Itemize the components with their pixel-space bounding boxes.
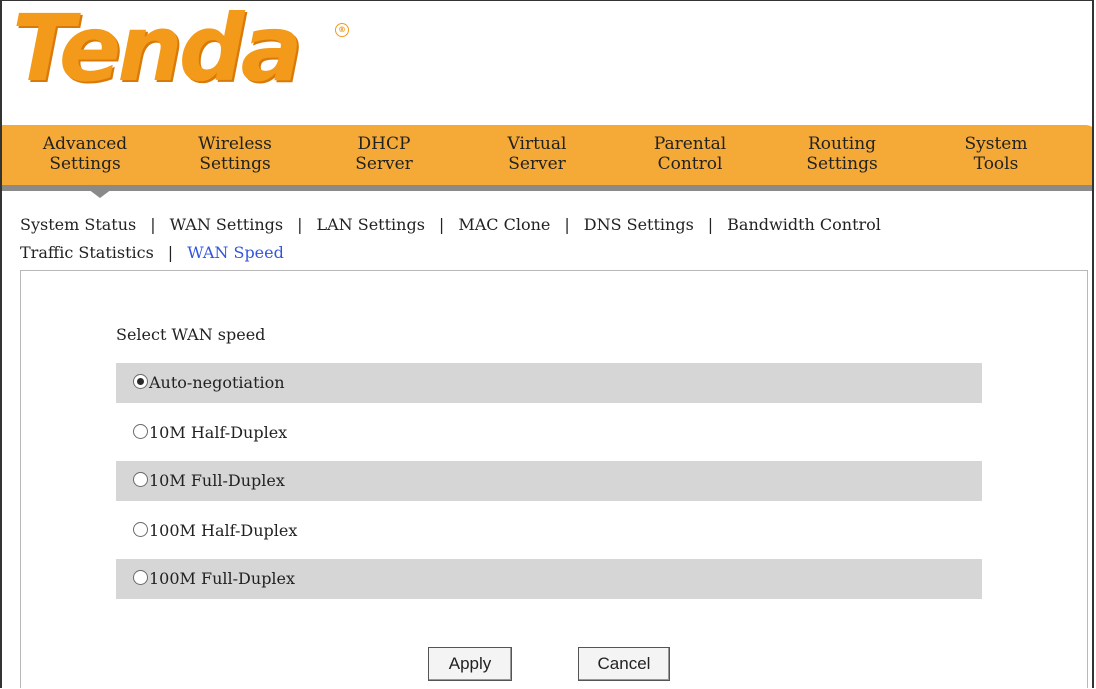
- subnav-wan-settings[interactable]: WAN Settings: [170, 215, 283, 234]
- radio-10m-full-duplex[interactable]: [133, 472, 148, 487]
- tab-virtual-server[interactable]: Virtual Server: [492, 134, 582, 174]
- tenda-logo: Tenda ®: [12, 3, 349, 95]
- tab-label-line1: Wireless: [198, 134, 272, 154]
- tab-label-line1: Advanced: [42, 134, 128, 154]
- tab-parental-control[interactable]: Parental Control: [640, 134, 740, 174]
- wan-speed-title: Select WAN speed: [116, 325, 266, 344]
- subnav-bandwidth-control[interactable]: Bandwidth Control: [727, 215, 881, 234]
- tab-label-line1: DHCP: [357, 134, 411, 154]
- tab-dhcp-server[interactable]: DHCP Server: [344, 134, 424, 174]
- subnav-dns-settings[interactable]: DNS Settings: [584, 215, 694, 234]
- subnav-traffic-statistics[interactable]: Traffic Statistics: [20, 243, 154, 262]
- apply-button[interactable]: Apply: [428, 647, 512, 681]
- tab-label-line2: Control: [657, 154, 723, 174]
- option-label: 100M Half-Duplex: [149, 521, 298, 540]
- tab-label-line1: Virtual: [507, 134, 567, 154]
- subnav-separator: |: [707, 215, 714, 234]
- registered-mark-icon: ®: [335, 23, 349, 37]
- tab-wireless-settings[interactable]: Wireless Settings: [185, 134, 285, 174]
- tab-label-line2: Settings: [199, 154, 271, 174]
- radio-100m-half-duplex[interactable]: [133, 522, 148, 537]
- option-label: 10M Half-Duplex: [149, 423, 288, 442]
- option-row-auto-negotiation[interactable]: Auto-negotiation: [116, 363, 982, 403]
- subnav-mac-clone[interactable]: MAC Clone: [458, 215, 550, 234]
- tab-label-line1: System: [964, 134, 1028, 154]
- tab-label-line2: Settings: [806, 154, 878, 174]
- option-label: 10M Full-Duplex: [149, 471, 285, 490]
- tab-label-line1: Routing: [807, 134, 877, 154]
- sub-nav: System Status | WAN Settings | LAN Settings |…: [20, 208, 1092, 270]
- radio-100m-full-duplex[interactable]: [133, 570, 148, 585]
- option-row-10m-full-duplex[interactable]: 10M Full-Duplex: [116, 461, 982, 501]
- subnav-wan-speed[interactable]: WAN Speed: [187, 243, 284, 262]
- option-label: 100M Full-Duplex: [149, 569, 296, 588]
- option-row-10m-half-duplex[interactable]: 10M Half-Duplex: [116, 413, 982, 453]
- tab-label-line1: Parental: [653, 134, 727, 154]
- active-tab-pointer-icon: [84, 186, 116, 198]
- radio-10m-half-duplex[interactable]: [133, 424, 148, 439]
- subnav-separator: |: [564, 215, 570, 234]
- main-nav: Advanced Settings Wireless Settings DHCP…: [2, 125, 1092, 191]
- page-frame: Tenda ® Advanced Settings Wireless Setti…: [0, 0, 1094, 688]
- subnav-system-status[interactable]: System Status: [20, 215, 136, 234]
- subnav-lan-settings[interactable]: LAN Settings: [316, 215, 424, 234]
- tab-label-line2: Tools: [973, 154, 1019, 174]
- option-label: Auto-negotiation: [149, 373, 285, 392]
- option-row-100m-full-duplex[interactable]: 100M Full-Duplex: [116, 559, 982, 599]
- subnav-separator: |: [150, 215, 156, 234]
- tab-label-line2: Server: [355, 154, 413, 174]
- subnav-separator: |: [438, 215, 445, 234]
- tab-advanced-settings[interactable]: Advanced Settings: [30, 134, 140, 174]
- subnav-separator: |: [167, 243, 174, 262]
- cancel-button[interactable]: Cancel: [578, 647, 670, 681]
- tab-routing-settings[interactable]: Routing Settings: [792, 134, 892, 174]
- radio-auto-negotiation[interactable]: [133, 374, 148, 389]
- option-row-100m-half-duplex[interactable]: 100M Half-Duplex: [116, 511, 982, 551]
- tab-label-line2: Settings: [49, 154, 121, 174]
- subnav-separator: |: [297, 215, 303, 234]
- tab-label-line2: Server: [508, 154, 566, 174]
- tab-system-tools[interactable]: System Tools: [946, 134, 1046, 174]
- logo-text: Tenda: [12, 0, 303, 102]
